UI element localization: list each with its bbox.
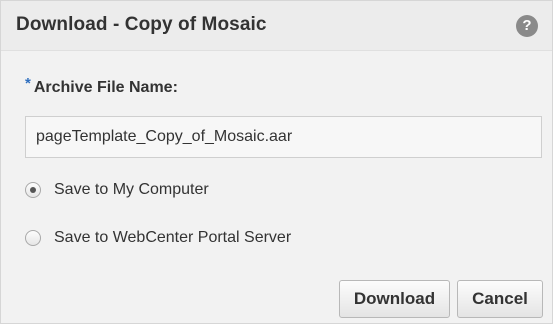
save-to-my-computer-radio[interactable] [25, 182, 41, 198]
required-marker: * [25, 75, 31, 92]
save-to-server-radio[interactable] [25, 230, 41, 246]
save-to-server-label: Save to WebCenter Portal Server [54, 229, 292, 246]
cancel-button[interactable]: Cancel [457, 280, 543, 318]
archive-file-name-label-text: Archive File Name: [33, 79, 178, 96]
save-to-my-computer-label: Save to My Computer [54, 181, 209, 198]
dialog-title: Download - Copy of Mosaic [16, 14, 267, 35]
archive-file-name-label: * Archive File Name: [25, 75, 178, 97]
archive-file-name-input[interactable] [25, 116, 542, 158]
save-to-my-computer-option[interactable]: Save to My Computer [25, 181, 209, 199]
download-dialog: Download - Copy of Mosaic ? * Archive Fil… [0, 0, 553, 324]
dialog-titlebar: Download - Copy of Mosaic ? [1, 1, 552, 51]
download-button[interactable]: Download [339, 280, 450, 318]
help-icon[interactable]: ? [516, 15, 538, 37]
save-to-server-option[interactable]: Save to WebCenter Portal Server [25, 229, 291, 247]
